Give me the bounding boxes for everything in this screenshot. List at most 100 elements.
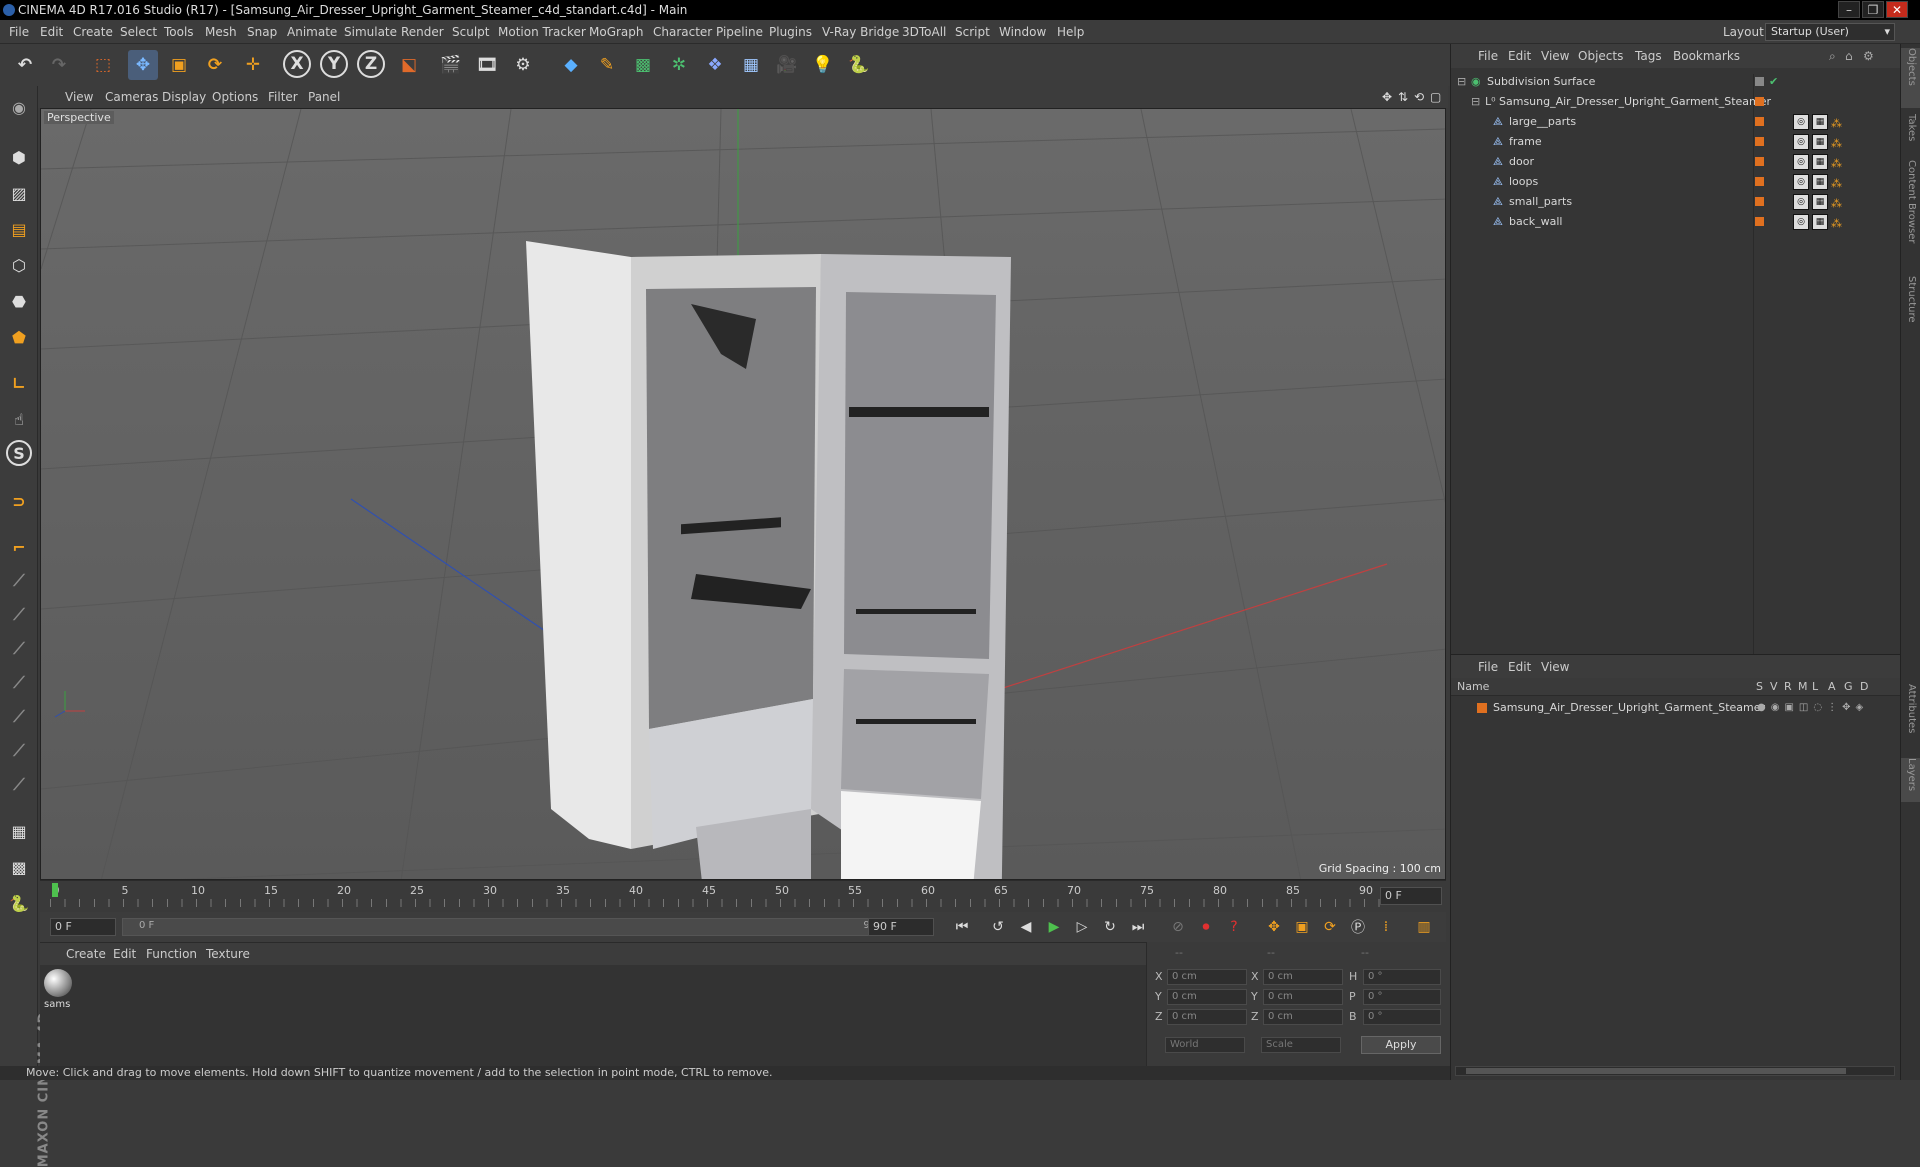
current-frame-field[interactable]: 0 F — [1380, 887, 1442, 905]
perspective-viewport[interactable]: Perspective Grid Spacing : 100 cm — [40, 108, 1446, 880]
redo-button[interactable]: ↷ — [44, 50, 74, 80]
object-layer-swatch[interactable] — [1755, 117, 1764, 126]
uvw-tag-icon[interactable]: ▦ — [1812, 134, 1828, 150]
timeline-window-icon[interactable]: ▥ — [1412, 916, 1436, 938]
layout-dropdown[interactable]: Startup (User) ▾ — [1765, 23, 1895, 41]
coordinate-system-button[interactable]: ⬕ — [394, 50, 424, 80]
object-menu-edit[interactable]: Edit — [1508, 44, 1531, 68]
sculpt-icon[interactable]: ⟋ — [4, 634, 34, 664]
home-icon[interactable]: ⌂ — [1845, 44, 1853, 68]
tab-attributes[interactable]: Attributes — [1901, 684, 1920, 754]
end-frame-field[interactable]: 90 F — [868, 918, 934, 936]
phong-tag-icon[interactable]: ⁂ — [1831, 214, 1842, 234]
snapping-icon[interactable]: S — [6, 440, 32, 466]
phong-tag-icon[interactable]: ⁂ — [1831, 114, 1842, 134]
edit-render-settings-icon[interactable]: ⚙ — [508, 50, 538, 80]
magnet-icon[interactable]: ⊃ — [4, 486, 34, 516]
tab-takes[interactable]: Takes — [1901, 114, 1920, 158]
material-name[interactable]: sams — [44, 999, 70, 1010]
menu-window[interactable]: Window — [999, 20, 1046, 44]
preview-range-slider[interactable]: 0 F 90 F — [122, 918, 902, 936]
viewport-move-icon[interactable]: ✥ — [1382, 86, 1392, 108]
enabled-check-icon[interactable]: ✔ — [1769, 72, 1778, 92]
pos-x-field[interactable]: 0 cm — [1167, 969, 1247, 985]
object-menu-tags[interactable]: Tags — [1635, 44, 1662, 68]
previous-frame-icon[interactable]: ◀ — [1014, 916, 1038, 938]
render-view-icon[interactable]: 🎬 — [436, 50, 466, 80]
object-layer-swatch[interactable] — [1755, 157, 1764, 166]
menu-animate[interactable]: Animate — [287, 20, 337, 44]
menu-script[interactable]: Script — [955, 20, 990, 44]
material-menu-function[interactable]: Function — [146, 943, 197, 965]
pos-z-field[interactable]: 0 cm — [1167, 1009, 1247, 1025]
record-scale-icon[interactable]: ▣ — [1290, 916, 1314, 938]
phong-tag-icon[interactable]: ⁂ — [1831, 174, 1842, 194]
timeline-ruler[interactable]: 0 5 10 15 20 25 30 35 40 45 50 55 60 65 … — [40, 880, 1446, 912]
object-row-large-parts[interactable]: ⟁ large__parts ◎ ▦ ⁂ — [1451, 112, 1903, 132]
menu-mesh[interactable]: Mesh — [205, 20, 237, 44]
scrollbar-thumb[interactable] — [1466, 1068, 1846, 1074]
material-menu-texture[interactable]: Texture — [206, 943, 250, 965]
play-forward-icon[interactable]: ▶ — [1042, 916, 1066, 938]
uvw-tag-icon[interactable]: ▦ — [1812, 154, 1828, 170]
close-button[interactable]: ✕ — [1886, 1, 1908, 18]
layer-row[interactable]: Samsung_Air_Dresser_Upright_Garment_Stea… — [1451, 698, 1903, 718]
tab-content-browser[interactable]: Content Browser — [1901, 160, 1920, 272]
live-selection-button[interactable]: ⬚ — [88, 50, 118, 80]
horizontal-scrollbar[interactable] — [1455, 1066, 1895, 1076]
viewport-menu-cameras[interactable]: Cameras — [105, 86, 158, 108]
z-axis-lock-button[interactable]: Z — [357, 50, 385, 78]
motion-record-icon[interactable]: ⊘ — [1166, 916, 1190, 938]
object-layer-swatch[interactable] — [1755, 177, 1764, 186]
record-rotation-icon[interactable]: ⟳ — [1318, 916, 1342, 938]
spline-pen-icon[interactable]: ✎ — [592, 50, 622, 80]
menu-help[interactable]: Help — [1057, 20, 1084, 44]
phong-tag-icon[interactable]: ⁂ — [1831, 134, 1842, 154]
phong-tag-icon[interactable]: ⁂ — [1831, 154, 1842, 174]
size-x-field[interactable]: 0 cm — [1263, 969, 1343, 985]
menu-snap[interactable]: Snap — [247, 20, 277, 44]
move-tool-button[interactable]: ✥ — [128, 50, 158, 80]
rot-b-field[interactable]: 0 ° — [1363, 1009, 1441, 1025]
texture-tag-icon[interactable]: ◎ — [1793, 114, 1809, 130]
menu-3dtoall[interactable]: 3DToAll — [902, 20, 946, 44]
minimize-button[interactable]: – — [1838, 1, 1860, 18]
uvw-tag-icon[interactable]: ▦ — [1812, 114, 1828, 130]
object-menu-view[interactable]: View — [1541, 44, 1569, 68]
menu-simulate[interactable]: Simulate — [344, 20, 397, 44]
viewport-solo-icon[interactable]: ▩ — [4, 852, 34, 882]
menu-motion-tracker[interactable]: Motion Tracker — [498, 20, 586, 44]
texture-mode-icon[interactable]: ▨ — [4, 178, 34, 208]
rot-h-field[interactable]: 0 ° — [1363, 969, 1441, 985]
menu-mograph[interactable]: MoGraph — [589, 20, 644, 44]
object-layer-swatch[interactable] — [1755, 217, 1764, 226]
lock-workplane-icon[interactable]: ▦ — [4, 816, 34, 846]
collapse-icon[interactable]: ⊟ — [1457, 72, 1466, 92]
menu-sculpt[interactable]: Sculpt — [452, 20, 489, 44]
apply-button[interactable]: Apply — [1361, 1036, 1441, 1054]
menu-vray-bridge[interactable]: V-Ray Bridge — [822, 20, 899, 44]
texture-tag-icon[interactable]: ◎ — [1793, 194, 1809, 210]
menu-render[interactable]: Render — [401, 20, 444, 44]
next-key-icon[interactable]: ↻ — [1098, 916, 1122, 938]
record-point-level-icon[interactable]: ⁞ — [1374, 916, 1398, 938]
light-bulb-icon[interactable]: 💡 — [808, 50, 838, 80]
texture-tag-icon[interactable]: ◎ — [1793, 174, 1809, 190]
y-axis-lock-button[interactable]: Y — [320, 50, 348, 78]
rot-p-field[interactable]: 0 ° — [1363, 989, 1441, 1005]
texture-tag-icon[interactable]: ◎ — [1793, 214, 1809, 230]
material-menu-create[interactable]: Create — [66, 943, 106, 965]
workplane-icon[interactable]: ▤ — [4, 214, 34, 244]
inflate-icon[interactable]: ⟋ — [4, 736, 34, 766]
viewport-maximize-icon[interactable]: ▢ — [1430, 86, 1441, 108]
object-row-back-wall[interactable]: ⟁ back_wall ◎ ▦ ⁂ — [1451, 212, 1903, 232]
next-frame-icon[interactable]: ▷ — [1070, 916, 1094, 938]
object-layer-swatch[interactable] — [1755, 97, 1764, 106]
cube-primitive-icon[interactable]: ◆ — [556, 50, 586, 80]
object-row-small-parts[interactable]: ⟁ small_parts ◎ ▦ ⁂ — [1451, 192, 1903, 212]
viewport-menu-view[interactable]: View — [65, 86, 93, 108]
scale-tool-button[interactable]: ▣ — [164, 50, 194, 80]
material-swatch[interactable] — [44, 969, 72, 997]
size-y-field[interactable]: 0 cm — [1263, 989, 1343, 1005]
object-menu-file[interactable]: File — [1478, 44, 1498, 68]
